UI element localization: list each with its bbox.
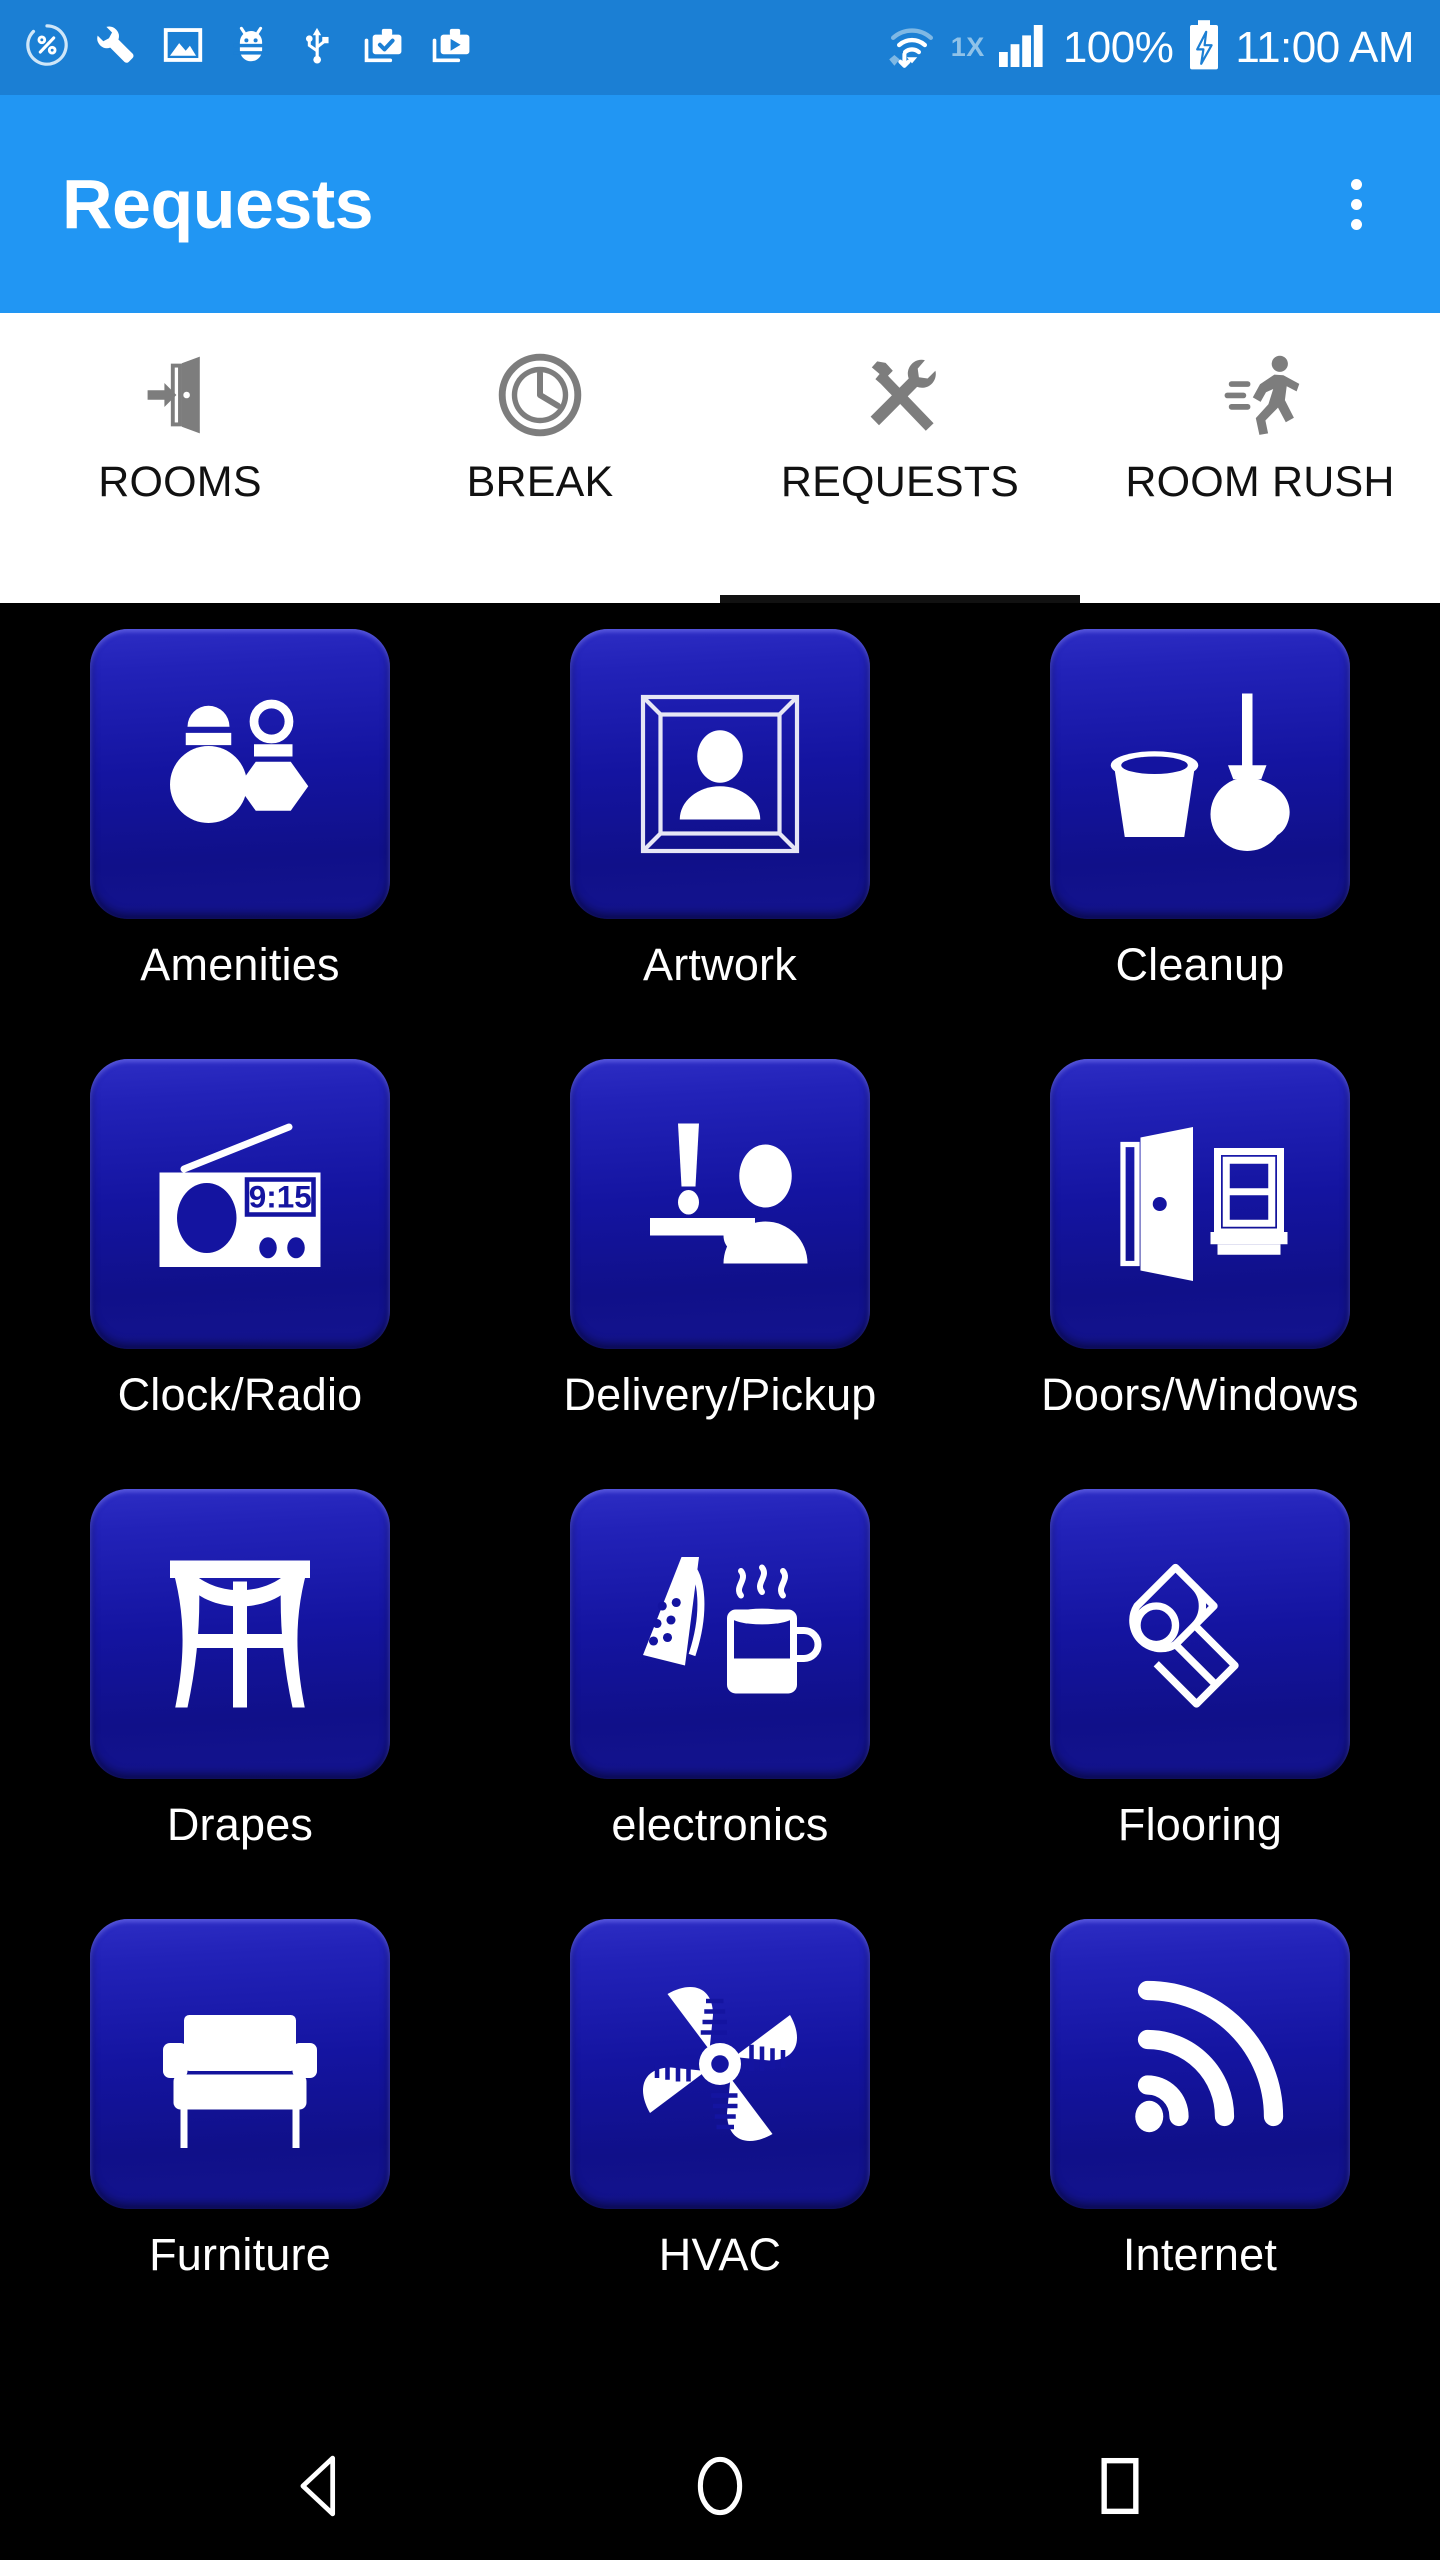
grid-item-label: Artwork bbox=[643, 939, 797, 990]
tab-label: ROOMS bbox=[98, 458, 262, 506]
fan-icon bbox=[570, 1919, 870, 2209]
room-service-icon bbox=[570, 1059, 870, 1349]
grid-item-label: HVAC bbox=[658, 2229, 782, 2280]
grid-item-cleanup[interactable]: Cleanup bbox=[960, 629, 1440, 997]
grid-item-label: Furniture bbox=[149, 2229, 331, 2280]
row-spacer bbox=[960, 997, 1440, 1059]
row-spacer bbox=[960, 1857, 1440, 1919]
grid-item-label: Clock/Radio bbox=[117, 1369, 363, 1420]
network-type-label: 1X bbox=[950, 32, 985, 62]
recents-button[interactable] bbox=[1040, 2426, 1200, 2546]
grid-item-label: Amenities bbox=[140, 939, 340, 990]
grid-item-label: electronics bbox=[611, 1799, 829, 1850]
grid-item-doors-windows[interactable]: Doors/Windows bbox=[960, 1059, 1440, 1427]
requests-grid-container[interactable]: Amenities Artwork Cleanup 9:15 Clock/Rad… bbox=[0, 603, 1440, 2412]
framed-portrait-icon bbox=[570, 629, 870, 919]
clock-icon bbox=[492, 347, 588, 443]
grid-item-label: Flooring bbox=[1117, 1799, 1283, 1850]
tab-room-rush[interactable]: ROOM RUSH bbox=[1080, 313, 1440, 603]
door-exit-icon bbox=[132, 347, 228, 443]
row-spacer bbox=[0, 997, 480, 1059]
home-button[interactable] bbox=[640, 2426, 800, 2546]
grid-item-delivery-pickup[interactable]: Delivery/Pickup bbox=[480, 1059, 960, 1427]
grid-item-electronics[interactable]: electronics bbox=[480, 1489, 960, 1857]
clock-radio-display: 9:15 bbox=[249, 1179, 312, 1215]
hammer-wrench-icon bbox=[852, 347, 948, 443]
door-window-icon bbox=[1050, 1059, 1350, 1349]
cellular-signal-icon bbox=[997, 22, 1049, 73]
sofa-icon bbox=[90, 1919, 390, 2209]
back-button[interactable] bbox=[240, 2426, 400, 2546]
grid-item-drapes[interactable]: Drapes bbox=[0, 1489, 480, 1857]
tab-bar: ROOMS BREAK REQUESTS ROOM RUSH bbox=[0, 313, 1440, 603]
clock-label: 11:00 AM bbox=[1235, 22, 1414, 72]
grid-item-label: Drapes bbox=[166, 1799, 314, 1850]
work-play-icon bbox=[428, 22, 474, 73]
usb-icon bbox=[296, 22, 338, 73]
tab-requests[interactable]: REQUESTS bbox=[720, 313, 1080, 603]
status-bar: 1X 100% 11:00 AM bbox=[0, 0, 1440, 95]
app-root: 1X 100% 11:00 AM Requests ROOMS BREAK RE… bbox=[0, 0, 1440, 2560]
row-spacer bbox=[480, 1857, 960, 1919]
row-spacer bbox=[0, 1427, 480, 1489]
work-check-icon bbox=[360, 22, 406, 73]
row-spacer bbox=[480, 1427, 960, 1489]
grid-item-clock-radio[interactable]: 9:15 Clock/Radio bbox=[0, 1059, 480, 1427]
system-navigation-bar bbox=[0, 2412, 1440, 2560]
status-bar-left-icons bbox=[24, 22, 474, 73]
overflow-menu-icon[interactable] bbox=[1320, 168, 1392, 240]
grid-item-label: Cleanup bbox=[1115, 939, 1285, 990]
row-spacer bbox=[0, 1857, 480, 1919]
toiletries-icon bbox=[90, 629, 390, 919]
grid-item-amenities[interactable]: Amenities bbox=[0, 629, 480, 997]
tab-rooms[interactable]: ROOMS bbox=[0, 313, 360, 603]
grid-item-flooring[interactable]: Flooring bbox=[960, 1489, 1440, 1857]
battery-charging-icon bbox=[1187, 19, 1221, 76]
carpet-roll-icon bbox=[1050, 1489, 1350, 1779]
wrench-icon bbox=[92, 22, 138, 73]
battery-percent-label: 100% bbox=[1062, 22, 1174, 72]
tab-label: ROOM RUSH bbox=[1125, 458, 1395, 506]
curtained-window-icon bbox=[90, 1489, 390, 1779]
tab-label: REQUESTS bbox=[780, 458, 1020, 506]
row-spacer bbox=[960, 1427, 1440, 1489]
grid-item-artwork[interactable]: Artwork bbox=[480, 629, 960, 997]
requests-grid: Amenities Artwork Cleanup 9:15 Clock/Rad… bbox=[0, 603, 1440, 2287]
app-bar: Requests bbox=[0, 95, 1440, 313]
bucket-mop-icon bbox=[1050, 629, 1350, 919]
grid-item-hvac[interactable]: HVAC bbox=[480, 1919, 960, 2287]
grid-item-label: Internet bbox=[1122, 2229, 1278, 2280]
wifi-waves-icon bbox=[1050, 1919, 1350, 2209]
image-icon bbox=[160, 22, 206, 73]
tab-break[interactable]: BREAK bbox=[360, 313, 720, 603]
grid-item-label: Doors/Windows bbox=[1041, 1369, 1359, 1420]
android-bug-icon bbox=[228, 22, 274, 73]
iron-kettle-icon bbox=[570, 1489, 870, 1779]
status-bar-right-icons: 1X 100% 11:00 AM bbox=[887, 19, 1414, 76]
grid-item-label: Delivery/Pickup bbox=[563, 1369, 877, 1420]
grid-item-internet[interactable]: Internet bbox=[960, 1919, 1440, 2287]
tab-label: BREAK bbox=[466, 458, 614, 506]
row-spacer bbox=[480, 997, 960, 1059]
percent-circle-icon bbox=[24, 22, 70, 73]
running-person-icon bbox=[1212, 347, 1308, 443]
clock-radio-icon: 9:15 bbox=[90, 1059, 390, 1349]
grid-item-furniture[interactable]: Furniture bbox=[0, 1919, 480, 2287]
wifi-transfer-icon bbox=[887, 21, 937, 74]
page-title: Requests bbox=[62, 165, 374, 243]
